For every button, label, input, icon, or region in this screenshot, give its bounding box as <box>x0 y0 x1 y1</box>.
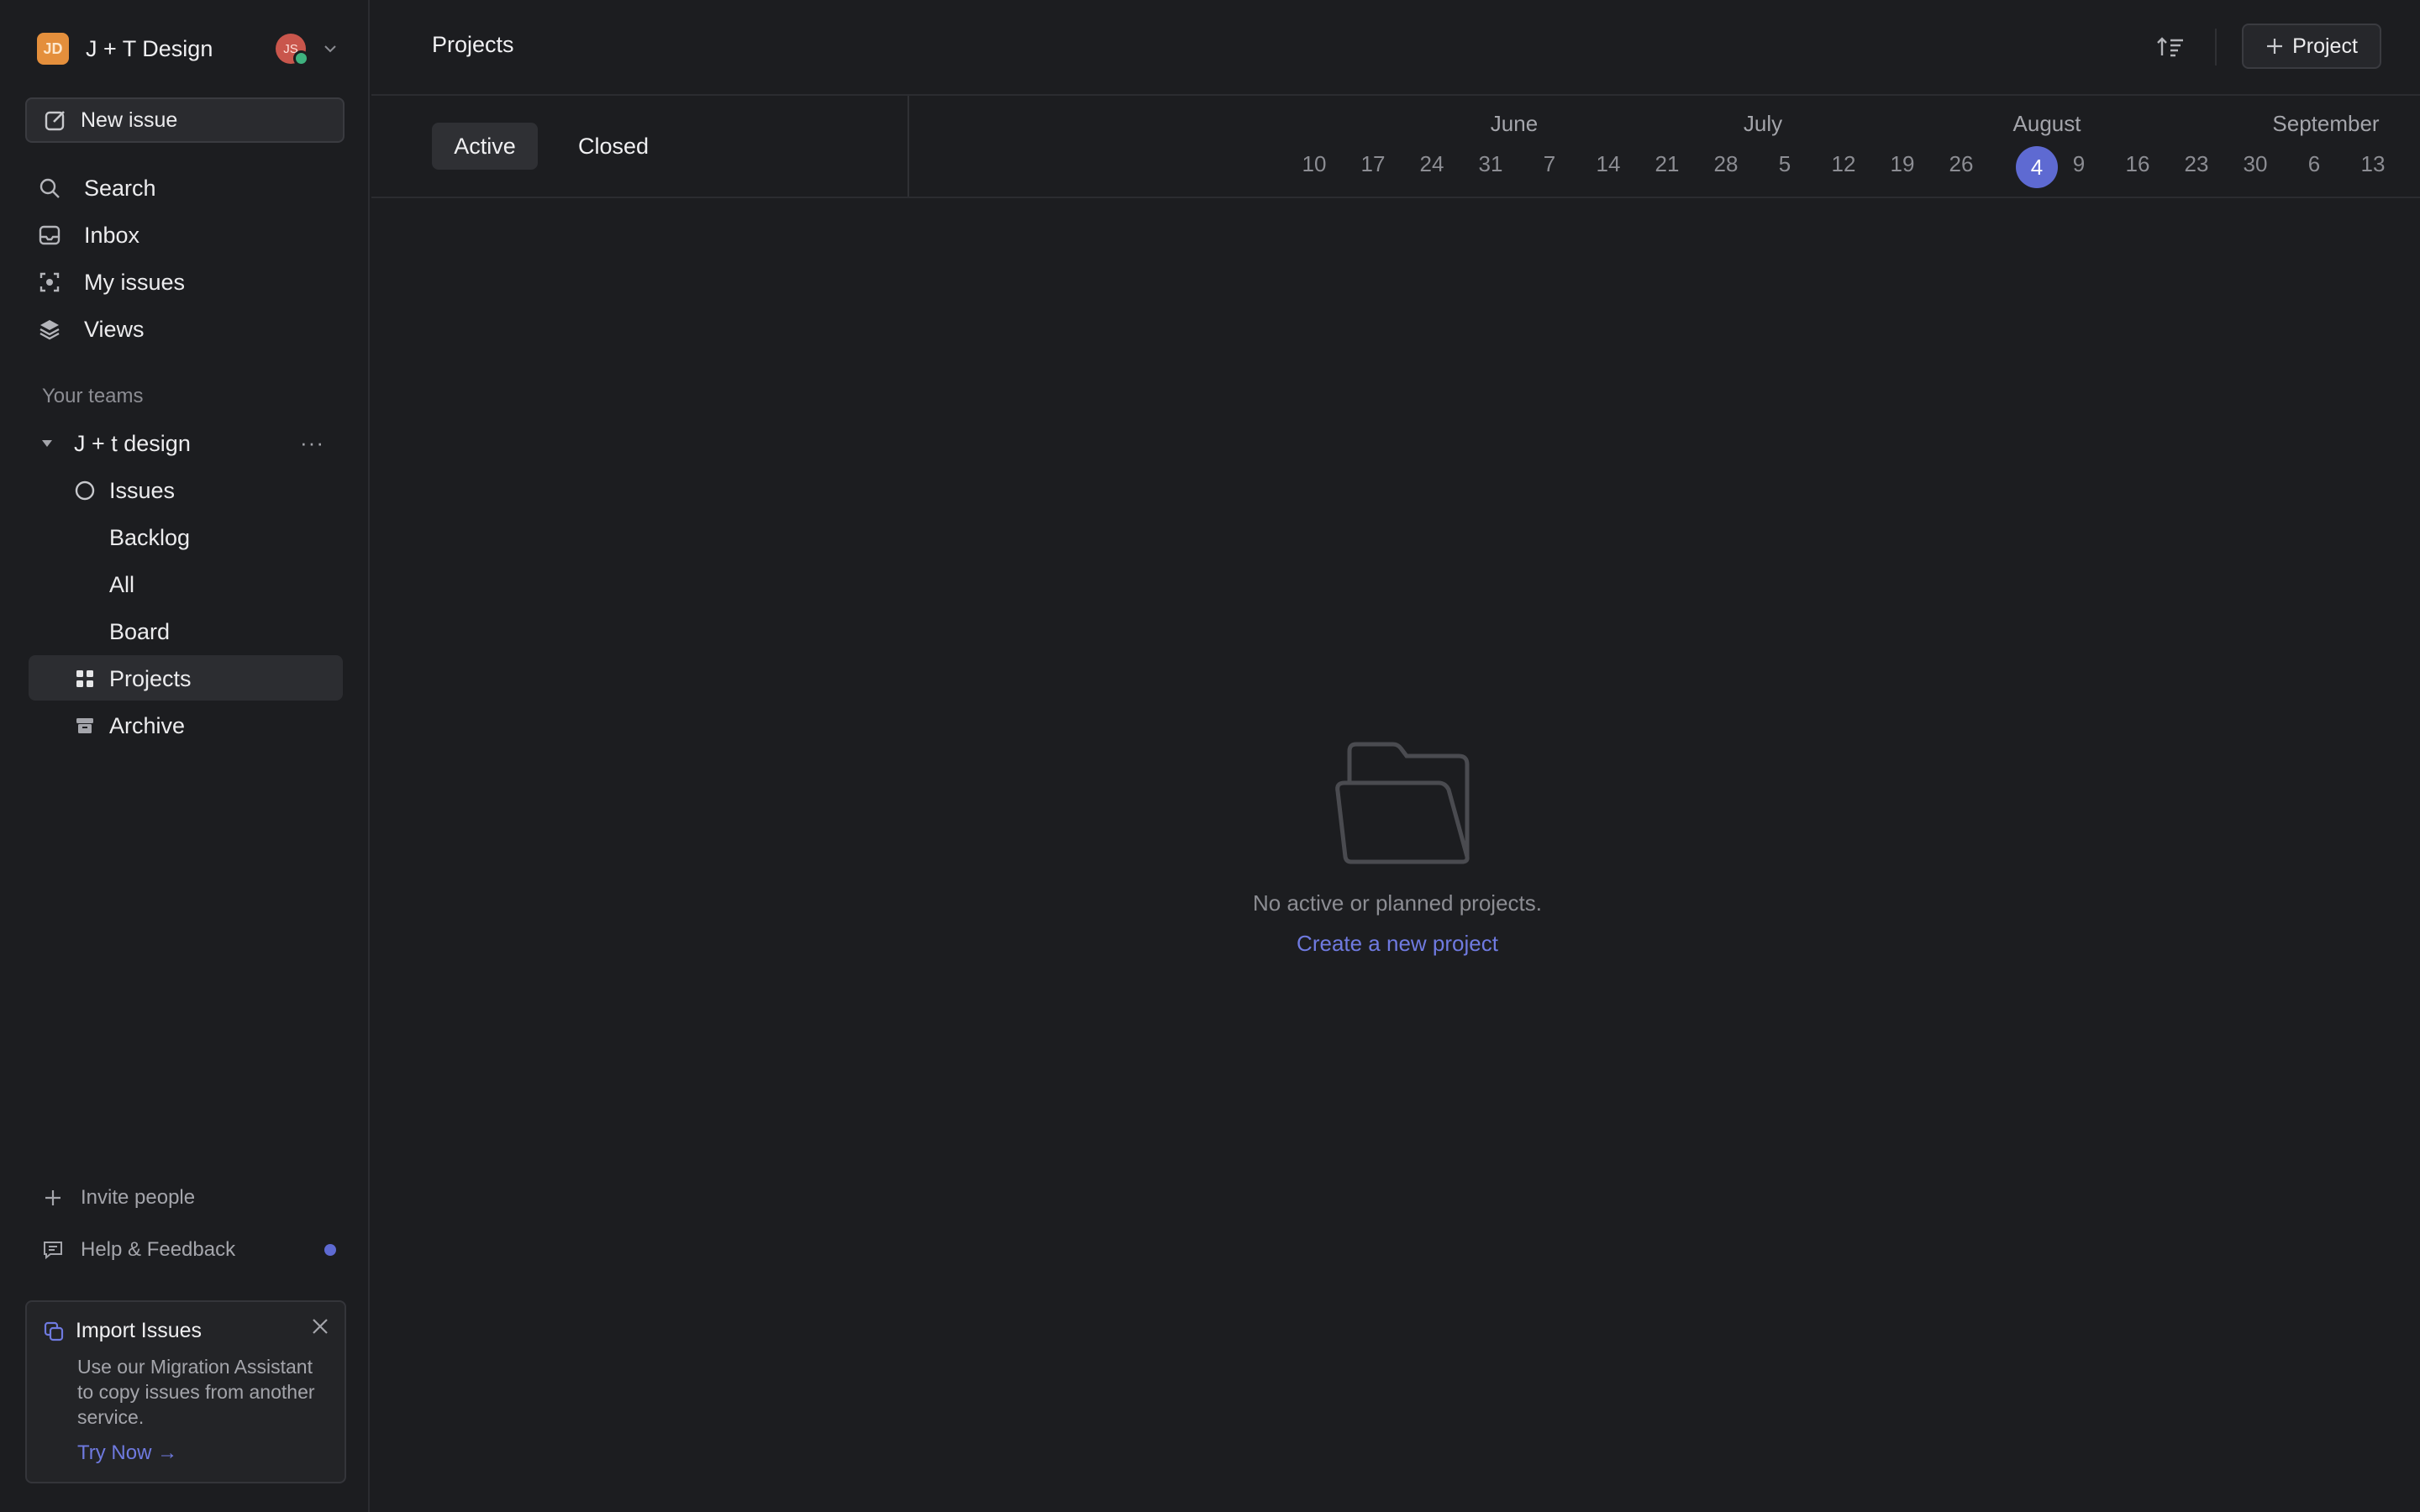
help-feedback-button[interactable]: Help & Feedback <box>42 1233 235 1267</box>
caret-down-icon <box>42 440 52 447</box>
inbox-icon <box>37 223 62 248</box>
nav-views[interactable]: Views <box>37 311 145 348</box>
import-card-title: Import Issues <box>76 1319 203 1342</box>
timeline-day: 21 <box>1655 151 1680 176</box>
team-header[interactable]: J + t design ··· <box>39 427 324 460</box>
team-item-all[interactable]: All <box>109 566 134 603</box>
help-feedback-label: Help & Feedback <box>81 1238 236 1261</box>
chevron-down-icon <box>324 45 336 53</box>
nav-my-issues-label: My issues <box>84 269 186 295</box>
timeline-day: 28 <box>1713 151 1739 176</box>
timeline-day: 12 <box>1831 151 1856 176</box>
empty-state-message: No active or planned projects. <box>1253 890 1542 916</box>
import-issues-card: Import Issues Use our Migration Assistan… <box>25 1300 346 1483</box>
team-item-archive-label: Archive <box>109 712 186 738</box>
team-item-backlog-label: Backlog <box>109 524 191 550</box>
search-icon <box>37 176 62 201</box>
team-item-all-label: All <box>109 571 135 597</box>
team-item-backlog[interactable]: Backlog <box>109 519 190 556</box>
layers-icon <box>37 317 62 342</box>
tab-active[interactable]: Active <box>432 123 538 170</box>
timeline-day: 5 <box>1778 151 1791 176</box>
timeline-month: August <box>2012 111 2081 136</box>
timeline-month: July <box>1743 111 1783 136</box>
target-icon <box>37 270 62 295</box>
team-item-archive[interactable]: Archive <box>74 707 185 744</box>
copy-icon <box>44 1321 64 1341</box>
timeline-day: 7 <box>1543 151 1556 176</box>
archive-icon <box>74 715 96 737</box>
nav-views-label: Views <box>84 316 145 342</box>
nav-search-label: Search <box>84 175 156 201</box>
timeline-header[interactable]: JuneJulyAugustSeptemberOctoberN101724317… <box>909 96 2420 197</box>
new-issue-label: New issue <box>81 108 178 132</box>
team-name: J + t design <box>74 430 191 456</box>
timeline-day: 26 <box>1949 151 1974 176</box>
your-teams-label: Your teams <box>42 385 144 407</box>
plus-icon <box>45 1190 60 1205</box>
invite-people-label: Invite people <box>81 1186 196 1209</box>
timeline-day: 24 <box>1419 151 1444 176</box>
tab-closed[interactable]: Closed <box>578 123 649 170</box>
timeline-day: 17 <box>1360 151 1386 176</box>
notification-dot <box>324 1244 336 1256</box>
import-card-body: Use our Migration Assistant to copy issu… <box>77 1356 315 1428</box>
chat-icon <box>44 1242 62 1260</box>
timeline-month: June <box>1490 111 1539 136</box>
timeline-month: September <box>2272 111 2380 136</box>
nav-inbox-label: Inbox <box>84 222 140 248</box>
timeline-day: 14 <box>1596 151 1621 176</box>
sort-icon[interactable] <box>2154 32 2188 62</box>
nav-my-issues[interactable]: My issues <box>37 264 185 301</box>
timeline-day: 19 <box>1890 151 1915 176</box>
timeline-day: 23 <box>2184 151 2209 176</box>
timeline-day: 9 <box>2072 151 2086 176</box>
create-project-link[interactable]: Create a new project <box>1244 931 1551 957</box>
add-project-label: Project <box>2292 34 2358 58</box>
try-now-link[interactable]: Try Now → <box>77 1441 177 1465</box>
workspace-switcher[interactable]: JD J + T Design <box>37 32 213 66</box>
team-item-projects-label: Projects <box>109 665 192 691</box>
tabs-and-timeline: Active Closed JuneJulyAugustSeptemberOct… <box>371 96 2420 198</box>
timeline-day: 31 <box>1478 151 1503 176</box>
team-item-board[interactable]: Board <box>109 613 170 650</box>
avatar: JS <box>276 34 309 66</box>
team-item-board-label: Board <box>109 618 171 644</box>
folder-icon <box>1335 742 1470 864</box>
workspace-name: J + T Design <box>86 35 213 61</box>
grid-icon <box>74 668 96 690</box>
user-menu[interactable]: JS <box>276 32 346 66</box>
timeline-day: 16 <box>2125 151 2150 176</box>
circle-icon <box>74 480 96 501</box>
timeline-day: 10 <box>1302 151 1327 176</box>
page-title: Projects <box>432 32 514 57</box>
workspace-logo: JD <box>37 33 69 65</box>
compose-icon <box>45 111 65 131</box>
timeline-day: 6 <box>2307 151 2321 176</box>
timeline-day: 30 <box>2243 151 2268 176</box>
sidebar: JD J + T Design JS New issue Search Inbo… <box>0 0 370 1512</box>
invite-people-button[interactable]: Invite people <box>42 1181 195 1215</box>
header-divider <box>2215 29 2217 66</box>
nav-inbox[interactable]: Inbox <box>37 217 139 254</box>
add-project-button[interactable]: Project <box>2242 24 2381 69</box>
team-item-issues-label: Issues <box>109 477 176 503</box>
online-status-dot <box>293 50 309 66</box>
timeline-day: 13 <box>2360 151 2386 176</box>
close-icon[interactable] <box>309 1315 331 1337</box>
more-options-icon[interactable]: ··· <box>300 430 324 456</box>
team-item-issues[interactable]: Issues <box>74 472 175 509</box>
nav-search[interactable]: Search <box>37 170 156 207</box>
header: Projects Project <box>371 0 2420 96</box>
new-issue-button[interactable]: New issue <box>25 97 345 143</box>
team-item-projects[interactable]: Projects <box>74 660 192 697</box>
plus-icon <box>2267 39 2283 54</box>
timeline-today-marker: 4 <box>2016 146 2058 188</box>
